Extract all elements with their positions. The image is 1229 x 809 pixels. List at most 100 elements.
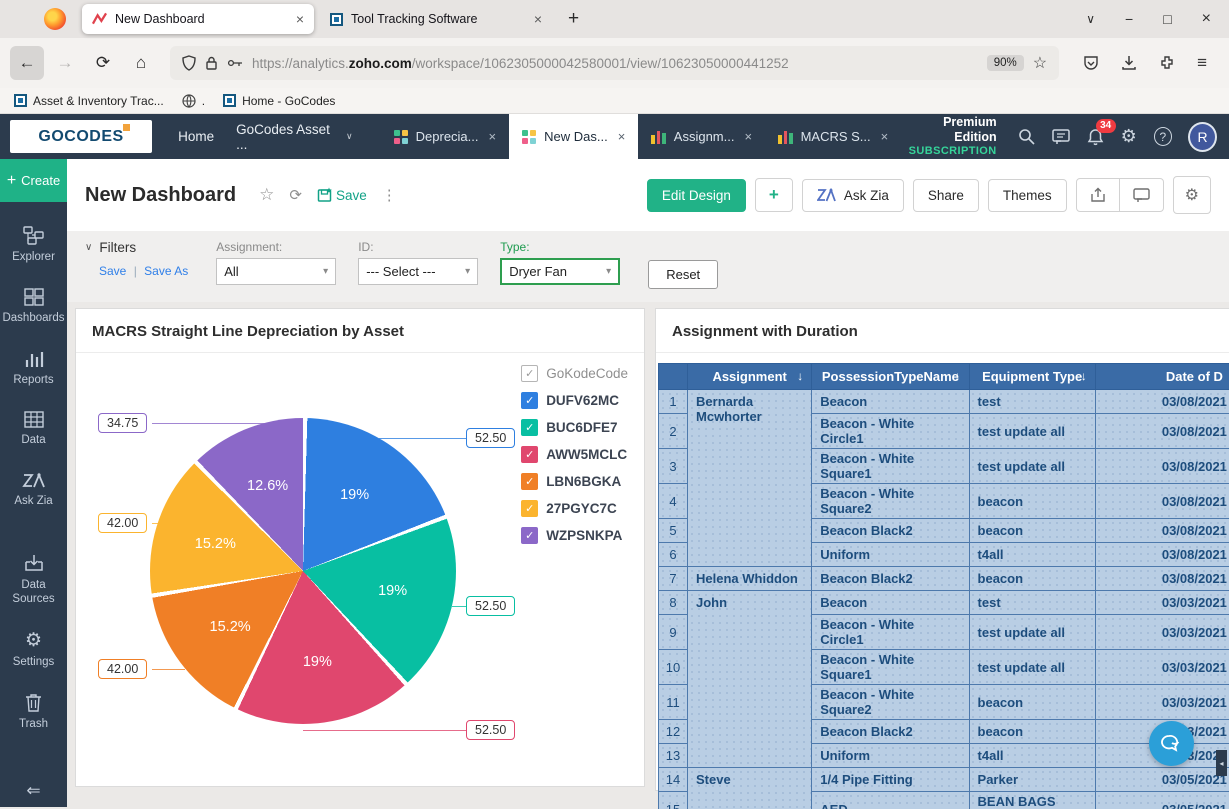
bookmark-star-icon[interactable]: ☆: [1033, 53, 1047, 73]
url-bar[interactable]: https://analytics.zoho.com/workspace/106…: [170, 46, 1059, 80]
sidebar-item-data-sources[interactable]: Data Sources: [2, 554, 66, 607]
sidebar-item-trash[interactable]: Trash: [2, 693, 66, 731]
table-row[interactable]: 1Bernarda McwhorterBeacontest03/08/2021: [659, 390, 1229, 414]
legend-item-5[interactable]: ✓WZPSNKPA: [521, 527, 628, 544]
filter-save-link[interactable]: Save: [99, 264, 126, 278]
tab-close-icon[interactable]: ×: [296, 11, 304, 27]
user-avatar[interactable]: R: [1188, 122, 1217, 152]
view-tab-close-icon[interactable]: ×: [489, 129, 497, 144]
pie-graphic[interactable]: 19%19%19%15.2%15.2%12.6%: [150, 418, 456, 724]
workspace-menu[interactable]: GoCodes Asset ... ∨: [236, 122, 353, 152]
shield-icon[interactable]: [182, 55, 196, 71]
save-button[interactable]: Save: [317, 187, 367, 203]
tab-list-chevron-icon[interactable]: ∨: [1086, 12, 1095, 26]
legend-checkbox-icon[interactable]: ✓: [521, 365, 538, 382]
url-text[interactable]: https://analytics.zoho.com/workspace/106…: [252, 56, 978, 71]
table-scroll-handle[interactable]: ◂: [1216, 750, 1227, 776]
legend-item-1[interactable]: ✓BUC6DFE7: [521, 419, 628, 436]
sort-desc-icon[interactable]: ↓: [797, 369, 803, 383]
column-header-1[interactable]: PossessionTypeName↓: [812, 364, 969, 390]
legend-checkbox-icon[interactable]: ✓: [521, 446, 538, 463]
sidebar-item-reports[interactable]: Reports: [2, 350, 66, 387]
dashboard-settings-gear-icon[interactable]: ⚙: [1173, 176, 1211, 214]
view-tab-close-icon[interactable]: ×: [881, 129, 889, 144]
column-header-2[interactable]: Equipment Type↓: [969, 364, 1095, 390]
filter-select-2[interactable]: Dryer Fan▾: [500, 258, 620, 285]
chat-bubble-button[interactable]: [1149, 721, 1194, 766]
page-zoom-level[interactable]: 90%: [987, 55, 1024, 71]
themes-button[interactable]: Themes: [988, 179, 1067, 212]
permissions-icon[interactable]: [227, 57, 243, 69]
sidebar-item-settings[interactable]: ⚙Settings: [2, 631, 66, 670]
view-tab-2[interactable]: Assignm...×: [638, 114, 765, 159]
table-row[interactable]: 7Helena WhiddonBeacon Black2beacon03/08/…: [659, 567, 1229, 591]
table-row[interactable]: 14Steve1/4 Pipe FittingParker03/05/2021: [659, 768, 1229, 792]
legend-item-3[interactable]: ✓LBN6BGKA: [521, 473, 628, 490]
bookmark-item-2[interactable]: Home - GoCodes: [223, 94, 335, 108]
window-minimize-button[interactable]: −: [1125, 11, 1133, 27]
table-row[interactable]: 8JohnBeacontest03/03/2021: [659, 591, 1229, 615]
feedback-icon[interactable]: [1052, 129, 1070, 145]
filter-select-1[interactable]: --- Select ---▾: [358, 258, 478, 285]
bookmark-item-1[interactable]: .: [182, 94, 205, 108]
legend-item-2[interactable]: ✓AWW5MCLC: [521, 446, 628, 463]
legend-checkbox-icon[interactable]: ✓: [521, 392, 538, 409]
extensions-icon[interactable]: [1159, 55, 1175, 71]
browser-tab-1[interactable]: Tool Tracking Software×: [320, 4, 552, 34]
search-icon[interactable]: [1018, 128, 1035, 145]
legend-series-header[interactable]: ✓GoKodeCode: [521, 365, 628, 382]
help-icon[interactable]: ?: [1154, 127, 1172, 146]
legend-checkbox-icon[interactable]: ✓: [521, 500, 538, 517]
menu-icon[interactable]: ≡: [1197, 53, 1207, 73]
reload-button[interactable]: ⟳: [86, 46, 120, 80]
pocket-icon[interactable]: [1083, 55, 1099, 71]
comments-icon[interactable]: [1119, 179, 1163, 211]
view-tab-close-icon[interactable]: ×: [618, 129, 626, 144]
settings-gear-icon[interactable]: ⚙: [1121, 126, 1137, 147]
gocodes-logo[interactable]: GOCODES: [10, 120, 152, 153]
legend-item-4[interactable]: ✓27PGYC7C: [521, 500, 628, 517]
legend-checkbox-icon[interactable]: ✓: [521, 419, 538, 436]
nav-home[interactable]: Home: [178, 129, 214, 144]
add-widget-button[interactable]: +: [755, 178, 793, 212]
legend-checkbox-icon[interactable]: ✓: [521, 473, 538, 490]
ask-zia-button[interactable]: Ask Zia: [802, 179, 904, 212]
home-button[interactable]: ⌂: [124, 46, 158, 80]
sort-desc-icon[interactable]: ↓: [1081, 369, 1087, 383]
downloads-icon[interactable]: [1121, 55, 1137, 71]
edit-design-button[interactable]: Edit Design: [647, 179, 746, 212]
sidebar-item-explorer[interactable]: Explorer: [2, 226, 66, 264]
sort-desc-icon[interactable]: ↓: [955, 369, 961, 383]
bookmark-item-0[interactable]: Asset & Inventory Trac...: [14, 94, 164, 108]
window-maximize-button[interactable]: □: [1163, 11, 1171, 27]
filters-toggle[interactable]: ∨ Filters: [85, 240, 188, 255]
view-tab-1[interactable]: New Das...×: [509, 114, 638, 159]
legend-checkbox-icon[interactable]: ✓: [521, 527, 538, 544]
reset-button[interactable]: Reset: [648, 260, 718, 289]
sidebar-item-ask-zia[interactable]: Ask Zia: [2, 472, 66, 508]
lock-icon[interactable]: [205, 56, 218, 71]
export-icon[interactable]: [1077, 179, 1119, 211]
refresh-icon[interactable]: ⟳: [289, 186, 302, 204]
column-header-0[interactable]: Assignment↓: [688, 364, 812, 390]
pie-chart[interactable]: 19%19%19%15.2%15.2%12.6%52.5052.5052.504…: [76, 353, 644, 783]
sidebar-item-dashboards[interactable]: Dashboards: [2, 288, 66, 325]
assignment-table[interactable]: Assignment↓PossessionTypeName↓Equipment …: [658, 363, 1229, 809]
share-button[interactable]: Share: [913, 179, 979, 212]
column-header-3[interactable]: Date of D: [1095, 364, 1229, 390]
sidebar-item-data[interactable]: Data: [2, 411, 66, 447]
favorite-star-icon[interactable]: ☆: [259, 185, 274, 205]
tab-close-icon[interactable]: ×: [534, 11, 542, 27]
window-close-button[interactable]: ×: [1202, 10, 1211, 28]
notifications-bell-icon[interactable]: 34: [1087, 128, 1104, 146]
view-tab-3[interactable]: MACRS S...×: [765, 114, 901, 159]
legend-item-0[interactable]: ✓DUFV62MC: [521, 392, 628, 409]
sidebar-collapse-icon[interactable]: ⇐: [26, 781, 40, 801]
firefox-logo-icon[interactable]: [44, 8, 66, 30]
back-button[interactable]: ←: [10, 46, 44, 80]
browser-tab-0[interactable]: New Dashboard×: [82, 4, 314, 34]
new-tab-button[interactable]: +: [558, 8, 589, 30]
view-tab-close-icon[interactable]: ×: [744, 129, 752, 144]
view-tab-0[interactable]: Deprecia...×: [381, 114, 509, 159]
filter-save-as-link[interactable]: Save As: [144, 264, 188, 278]
